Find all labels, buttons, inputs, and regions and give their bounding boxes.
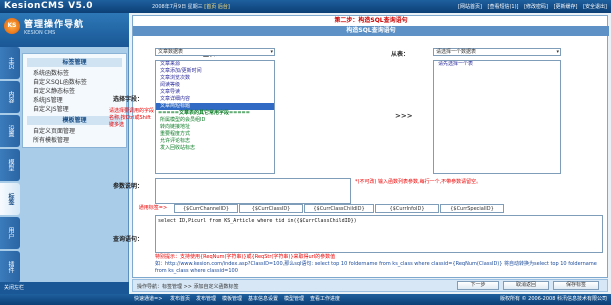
quick-links-label: 快速通道=>: [134, 296, 163, 302]
special-note: 特别提示：支持使用{ReqNum(字符串)}或{ReqStr(字符串)}来取得u…: [155, 254, 336, 260]
common-labels-label: 通用标签=>: [133, 204, 173, 213]
menu-item-system-labels[interactable]: 系统函数标签: [23, 69, 126, 78]
main-panel: 第二步：构造SQL查询语句 构造SQL查询语句 主表： 文章数据表 从表： 请选…: [109, 15, 609, 278]
field-item[interactable]: 重要程度方式: [156, 131, 274, 138]
sidebar: KS 管理操作导航 KESION CMS 主页 内容 设置 模型 标签 用户 插…: [0, 13, 129, 294]
save-label-button[interactable]: 保存标签: [553, 281, 599, 290]
footer-link-settings[interactable]: 基本信息设置: [248, 294, 278, 305]
add-fields-arrow[interactable]: >>>: [395, 112, 413, 120]
menu-item-static-labels[interactable]: 自定义静态标签: [23, 87, 126, 96]
field-item[interactable]: 文章添加/更新时间: [156, 68, 274, 75]
top-bar: KesionCMS V5.0 2008年7月9日 星期三 [首页 后台] [网站…: [0, 0, 611, 13]
logo-subtitle: KESION CMS: [24, 30, 56, 36]
sidebar-logo: KS 管理操作导航 KESION CMS: [0, 13, 129, 47]
field-item[interactable]: 阅读等级: [156, 82, 274, 89]
field-item[interactable]: 文章浏览次数: [156, 75, 274, 82]
select-fields-hint: 请选择要调用的字段名称,按Ctrl或Shift键多选: [109, 108, 155, 128]
site-home-link[interactable]: [网站首页]: [458, 4, 482, 10]
sidebar-menu: 标签管理 系统函数标签 自定义SQL函数标签 自定义静态标签 系统JS管理 自定…: [22, 53, 127, 148]
field-item-selected[interactable]: 文章简短标题: [156, 103, 274, 110]
field-item[interactable]: 发入回收站标志: [156, 145, 274, 152]
step-title: 第二步：构造SQL查询语句: [334, 17, 408, 24]
tab-labels[interactable]: 标签: [0, 183, 20, 215]
footer-link-template-manage[interactable]: 模板管理: [222, 294, 242, 305]
field-item[interactable]: 转向链接地址: [156, 124, 274, 131]
brand-title: KesionCMS V5.0: [4, 1, 94, 11]
field-item[interactable]: 允许评论标志: [156, 138, 274, 145]
menu-item-system-js[interactable]: 系统JS管理: [23, 96, 126, 105]
tab-home[interactable]: 主页: [0, 47, 20, 79]
sql-textarea[interactable]: select ID,Picurl from KS_Article where t…: [155, 215, 603, 253]
copyright: 版权所有 © 2006-2008 科汛信息技术有限公司: [499, 296, 607, 302]
close-sidebar-button[interactable]: 关闭左栏: [0, 282, 129, 294]
var-special-id[interactable]: {$CurrSpecialID}: [440, 204, 504, 213]
sub-table-hint: 请先选择一个表: [438, 61, 474, 67]
logo-title: 管理操作导航: [24, 20, 85, 30]
date-text: 2008年7月9日 星期三 [首页 后台]: [152, 4, 230, 10]
query-label: 查询语句：: [113, 236, 144, 243]
tab-settings[interactable]: 设置: [0, 115, 20, 147]
field-item[interactable]: 所属模型的会员组ID: [156, 117, 274, 124]
params-hint: *(不可改) 输入函数列表参数,每行一个,不带参数请留空。: [355, 179, 482, 185]
footer: 快速通道=> 发布首页 发布管理 模板管理 基本信息设置 模型管理 查看工作进度…: [0, 294, 611, 305]
main-table-select[interactable]: 文章数据表: [155, 48, 275, 56]
cancel-button[interactable]: 取消返回: [503, 281, 549, 290]
menu-item-sql-labels[interactable]: 自定义SQL函数标签: [23, 78, 126, 87]
footer-link-model[interactable]: 模型管理: [284, 294, 304, 305]
messages-link[interactable]: [查看短信(1)]: [488, 4, 519, 10]
field-item[interactable]: 文章详细内容: [156, 96, 274, 103]
footer-link-publish-home[interactable]: 发布首页: [170, 294, 190, 305]
logout-link[interactable]: [安全退出]: [583, 4, 607, 10]
tab-content[interactable]: 内容: [0, 81, 20, 113]
var-info-id[interactable]: {$CurrInfoID}: [375, 204, 439, 213]
next-step-button[interactable]: 下一步: [457, 281, 499, 290]
home-link[interactable]: [首页 后台]: [204, 4, 230, 10]
params-textarea[interactable]: [155, 178, 351, 204]
var-class-child-id[interactable]: {$CurrClassChildID}: [304, 204, 374, 213]
top-links: [网站首页] [查看短信(1)] [修改密码] [更新缓存] [安全退出]: [454, 3, 607, 10]
var-channel-id[interactable]: {$CurrChannelID}: [174, 204, 238, 213]
sub-table-select[interactable]: 请选择一个数据表: [433, 48, 561, 56]
menu-item-all-templates[interactable]: 所有模板管理: [23, 136, 126, 145]
logo-icon: KS: [4, 18, 20, 34]
tab-users[interactable]: 用户: [0, 217, 20, 249]
select-fields-label: 选择字段：: [113, 96, 144, 103]
fields-list[interactable]: 文章来源 文章添加/更新时间 文章浏览次数 阅读等级 文章导读 文章详细内容 文…: [155, 60, 275, 174]
update-cache-link[interactable]: [更新缓存]: [554, 4, 578, 10]
vertical-tabs: 主页 内容 设置 模型 标签 用户 插件: [0, 47, 20, 285]
field-item[interactable]: 文章来源: [156, 61, 274, 68]
tab-plugins[interactable]: 插件: [0, 251, 20, 283]
variables-row: 通用标签=> {$CurrChannelID} {$CurrClassID} {…: [133, 204, 505, 213]
sub-table-label: 从表：: [391, 51, 410, 58]
menu-heading-templates: 模板管理: [27, 116, 122, 125]
menu-heading-labels: 标签管理: [27, 58, 122, 67]
footer-link-progress[interactable]: 查看工作进度: [310, 294, 340, 305]
sub-table-fields-list[interactable]: 请先选择一个表: [433, 60, 561, 174]
var-class-id[interactable]: {$CurrClassID}: [239, 204, 303, 213]
tab-model[interactable]: 模型: [0, 149, 20, 181]
field-group-header: =====文章表的其它常用字段=====: [158, 110, 250, 116]
change-password-link[interactable]: [修改密码]: [524, 4, 548, 10]
params-label: 参数说明：: [113, 183, 144, 190]
field-item[interactable]: 文章导读: [156, 89, 274, 96]
bottom-bar: 操作导航：标签管理 >> 添加自定义函数标签 下一步 取消返回 保存标签: [132, 279, 608, 292]
location-breadcrumb: 操作导航：标签管理 >> 添加自定义函数标签: [137, 284, 239, 290]
example-note: 如：http://www.kesion.com/index.asp?ClassI…: [155, 261, 597, 274]
panel-title: 构造SQL查询语句: [133, 26, 609, 36]
footer-link-publish-manage[interactable]: 发布管理: [196, 294, 216, 305]
